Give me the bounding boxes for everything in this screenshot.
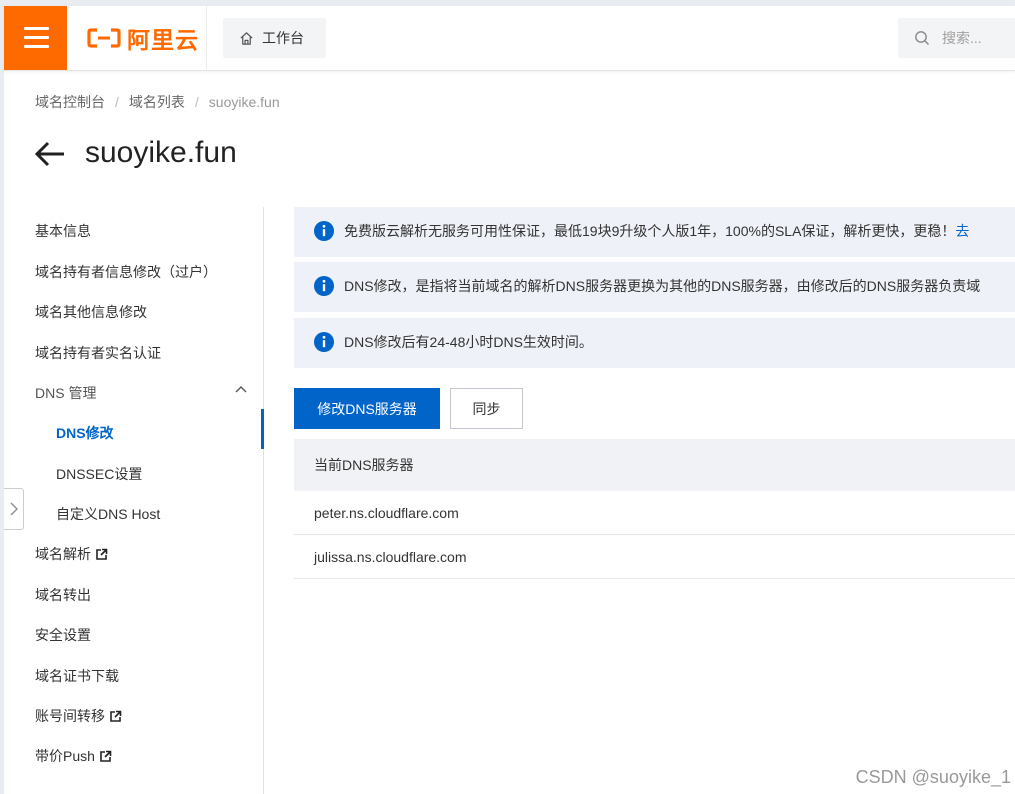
modify-dns-button[interactable]: 修改DNS服务器 (294, 388, 440, 429)
sidebar-item-custom-dns-host[interactable]: 自定义DNS Host (56, 504, 160, 524)
column-header-dns-server: 当前DNS服务器 (314, 457, 414, 473)
search-icon (915, 31, 929, 45)
sidebar-item-label: 域名证书下载 (35, 668, 119, 684)
back-arrow-icon[interactable] (34, 140, 66, 168)
sidebar-item-label: DNS 管理 (35, 385, 97, 401)
hamburger-menu-button[interactable] (4, 6, 67, 70)
aliyun-logo[interactable]: 阿里云 (67, 6, 207, 70)
sidebar-item-account-transfer[interactable]: 账号间转移 (35, 706, 122, 726)
info-icon (314, 221, 334, 241)
aliyun-logo-icon (87, 28, 121, 48)
sidebar-item-label: 域名解析 (35, 546, 91, 562)
notice-dns-explain: DNS修改，是指将当前域名的解析DNS服务器更换为其他的DNS服务器，由修改后的… (294, 262, 1015, 312)
menu-icon-line (24, 27, 49, 30)
breadcrumb-domain-console[interactable]: 域名控制台 (35, 92, 105, 112)
top-bar: 阿里云 工作台 (4, 6, 1015, 71)
dns-server-value: julissa.ns.cloudflare.com (314, 548, 467, 565)
info-icon (314, 276, 334, 296)
breadcrumb: 域名控制台 / 域名列表 / suoyike.fun (35, 92, 280, 112)
workbench-button[interactable]: 工作台 (223, 18, 326, 58)
logo-text: 阿里云 (127, 27, 199, 53)
search-box[interactable] (898, 18, 1015, 58)
external-link-icon (100, 750, 112, 762)
sidebar: 基本信息 域名持有者信息修改（过户） 域名其他信息修改 域名持有者实名认证 DN… (4, 207, 264, 794)
dns-server-value: peter.ns.cloudflare.com (314, 504, 459, 521)
breadcrumb-separator: / (115, 94, 119, 110)
sidebar-item-label: 域名转出 (35, 587, 91, 603)
info-icon (314, 332, 334, 352)
chevron-right-icon (10, 502, 18, 516)
sidebar-item-label: 安全设置 (35, 627, 91, 643)
sidebar-item-dns-modify[interactable]: DNS修改 (56, 423, 114, 443)
sidebar-item-security-settings[interactable]: 安全设置 (35, 625, 91, 645)
sidebar-item-domain-transfer-out[interactable]: 域名转出 (35, 585, 91, 605)
watermark: CSDN @suoyike_1 (855, 767, 1011, 787)
sidebar-item-label: 域名持有者实名认证 (35, 345, 161, 361)
external-link-icon (96, 548, 108, 560)
active-indicator (261, 409, 264, 449)
notice-text: DNS修改，是指将当前域名的解析DNS服务器更换为其他的DNS服务器，由修改后的… (344, 278, 981, 294)
menu-icon-line (24, 45, 49, 48)
home-icon (240, 31, 253, 45)
notice-text: DNS修改后有24-48小时DNS生效时间。 (344, 334, 593, 350)
menu-icon-line (24, 36, 49, 39)
notice-dns-effective: DNS修改后有24-48小时DNS生效时间。 (294, 318, 1015, 368)
sidebar-item-basic-info[interactable]: 基本信息 (35, 221, 91, 241)
notice-link[interactable]: 去 (955, 223, 969, 239)
sidebar-group-dns-management[interactable]: DNS 管理 (35, 383, 96, 403)
sidebar-item-label: 账号间转移 (35, 708, 105, 724)
page-title: suoyike.fun (85, 136, 237, 169)
sidebar-item-cert-download[interactable]: 域名证书下载 (35, 666, 119, 686)
sidebar-item-label: DNS修改 (56, 425, 114, 441)
sidebar-item-label: DNSSEC设置 (56, 466, 143, 482)
sidebar-item-label: 带价Push (35, 748, 95, 764)
workbench-label: 工作台 (262, 30, 304, 46)
sidebar-item-label: 域名其他信息修改 (35, 304, 147, 320)
table-row: peter.ns.cloudflare.com (294, 491, 1015, 535)
notice-text: 免费版云解析无服务可用性保证，最低19块9升级个人版1年，100%的SLA保证，… (344, 223, 970, 239)
chevron-up-icon[interactable] (235, 385, 247, 393)
breadcrumb-current: suoyike.fun (208, 94, 280, 110)
search-input[interactable] (940, 29, 1014, 47)
sidebar-item-label: 域名持有者信息修改（过户） (35, 264, 217, 280)
table-header: 当前DNS服务器 (294, 439, 1015, 491)
sidebar-item-label: 自定义DNS Host (56, 506, 161, 522)
external-link-icon (110, 710, 122, 722)
sidebar-collapse-toggle[interactable] (4, 488, 24, 530)
sidebar-item-holder-change[interactable]: 域名持有者信息修改（过户） (35, 262, 217, 282)
table-row: julissa.ns.cloudflare.com (294, 535, 1015, 579)
sidebar-item-domain-resolve[interactable]: 域名解析 (35, 544, 108, 564)
sidebar-item-label: 基本信息 (35, 223, 91, 239)
breadcrumb-domain-list[interactable]: 域名列表 (129, 92, 185, 112)
sidebar-item-paid-push[interactable]: 带价Push (35, 746, 112, 766)
sidebar-item-other-info[interactable]: 域名其他信息修改 (35, 302, 147, 322)
sidebar-item-real-name-auth[interactable]: 域名持有者实名认证 (35, 343, 161, 363)
breadcrumb-separator: / (194, 94, 199, 110)
sync-button[interactable]: 同步 (450, 388, 523, 429)
notice-upgrade: 免费版云解析无服务可用性保证，最低19块9升级个人版1年，100%的SLA保证，… (294, 207, 1015, 257)
sidebar-item-dnssec[interactable]: DNSSEC设置 (56, 464, 142, 484)
dns-server-table: 当前DNS服务器 peter.ns.cloudflare.com julissa… (294, 439, 1015, 579)
